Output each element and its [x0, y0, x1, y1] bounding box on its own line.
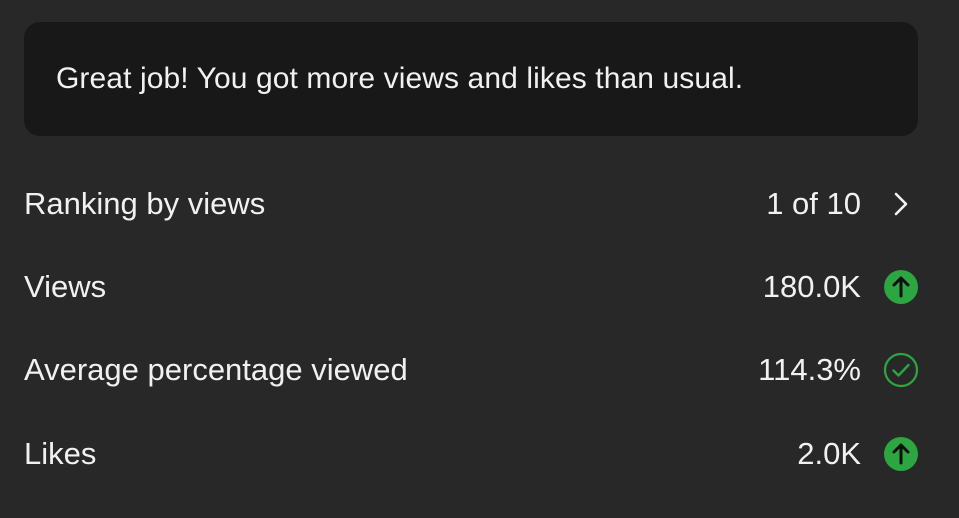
stat-value-group: 2.0K — [797, 436, 919, 472]
banner-message: Great job! You got more views and likes … — [56, 62, 744, 95]
stat-label: Average percentage viewed — [24, 352, 408, 387]
stat-row-likes: Likes 2.0K — [24, 424, 919, 484]
stat-value-group: 114.3% — [758, 352, 919, 388]
stat-value: 2.0K — [797, 436, 861, 471]
check-circle-outline-icon — [883, 352, 919, 388]
stat-value: 180.0K — [762, 269, 861, 304]
stat-value: 1 of 10 — [766, 186, 861, 221]
stat-row-ranking[interactable]: Ranking by views 1 of 10 — [24, 174, 919, 234]
performance-banner: Great job! You got more views and likes … — [24, 22, 918, 136]
stat-label: Likes — [24, 436, 97, 471]
chevron-right-icon[interactable] — [883, 186, 919, 222]
stat-row-average-percentage-viewed: Average percentage viewed 114.3% — [24, 340, 919, 400]
arrow-up-circle-icon — [883, 436, 919, 472]
arrow-up-circle-icon — [883, 269, 919, 305]
stat-label: Ranking by views — [24, 186, 266, 221]
stat-row-views: Views 180.0K — [24, 257, 919, 317]
stat-value-group: 180.0K — [763, 269, 919, 305]
video-performance-card: Great job! You got more views and likes … — [0, 0, 959, 518]
stat-value: 114.3% — [758, 352, 861, 387]
stat-value-group: 1 of 10 — [766, 186, 919, 222]
stat-label: Views — [24, 269, 107, 304]
